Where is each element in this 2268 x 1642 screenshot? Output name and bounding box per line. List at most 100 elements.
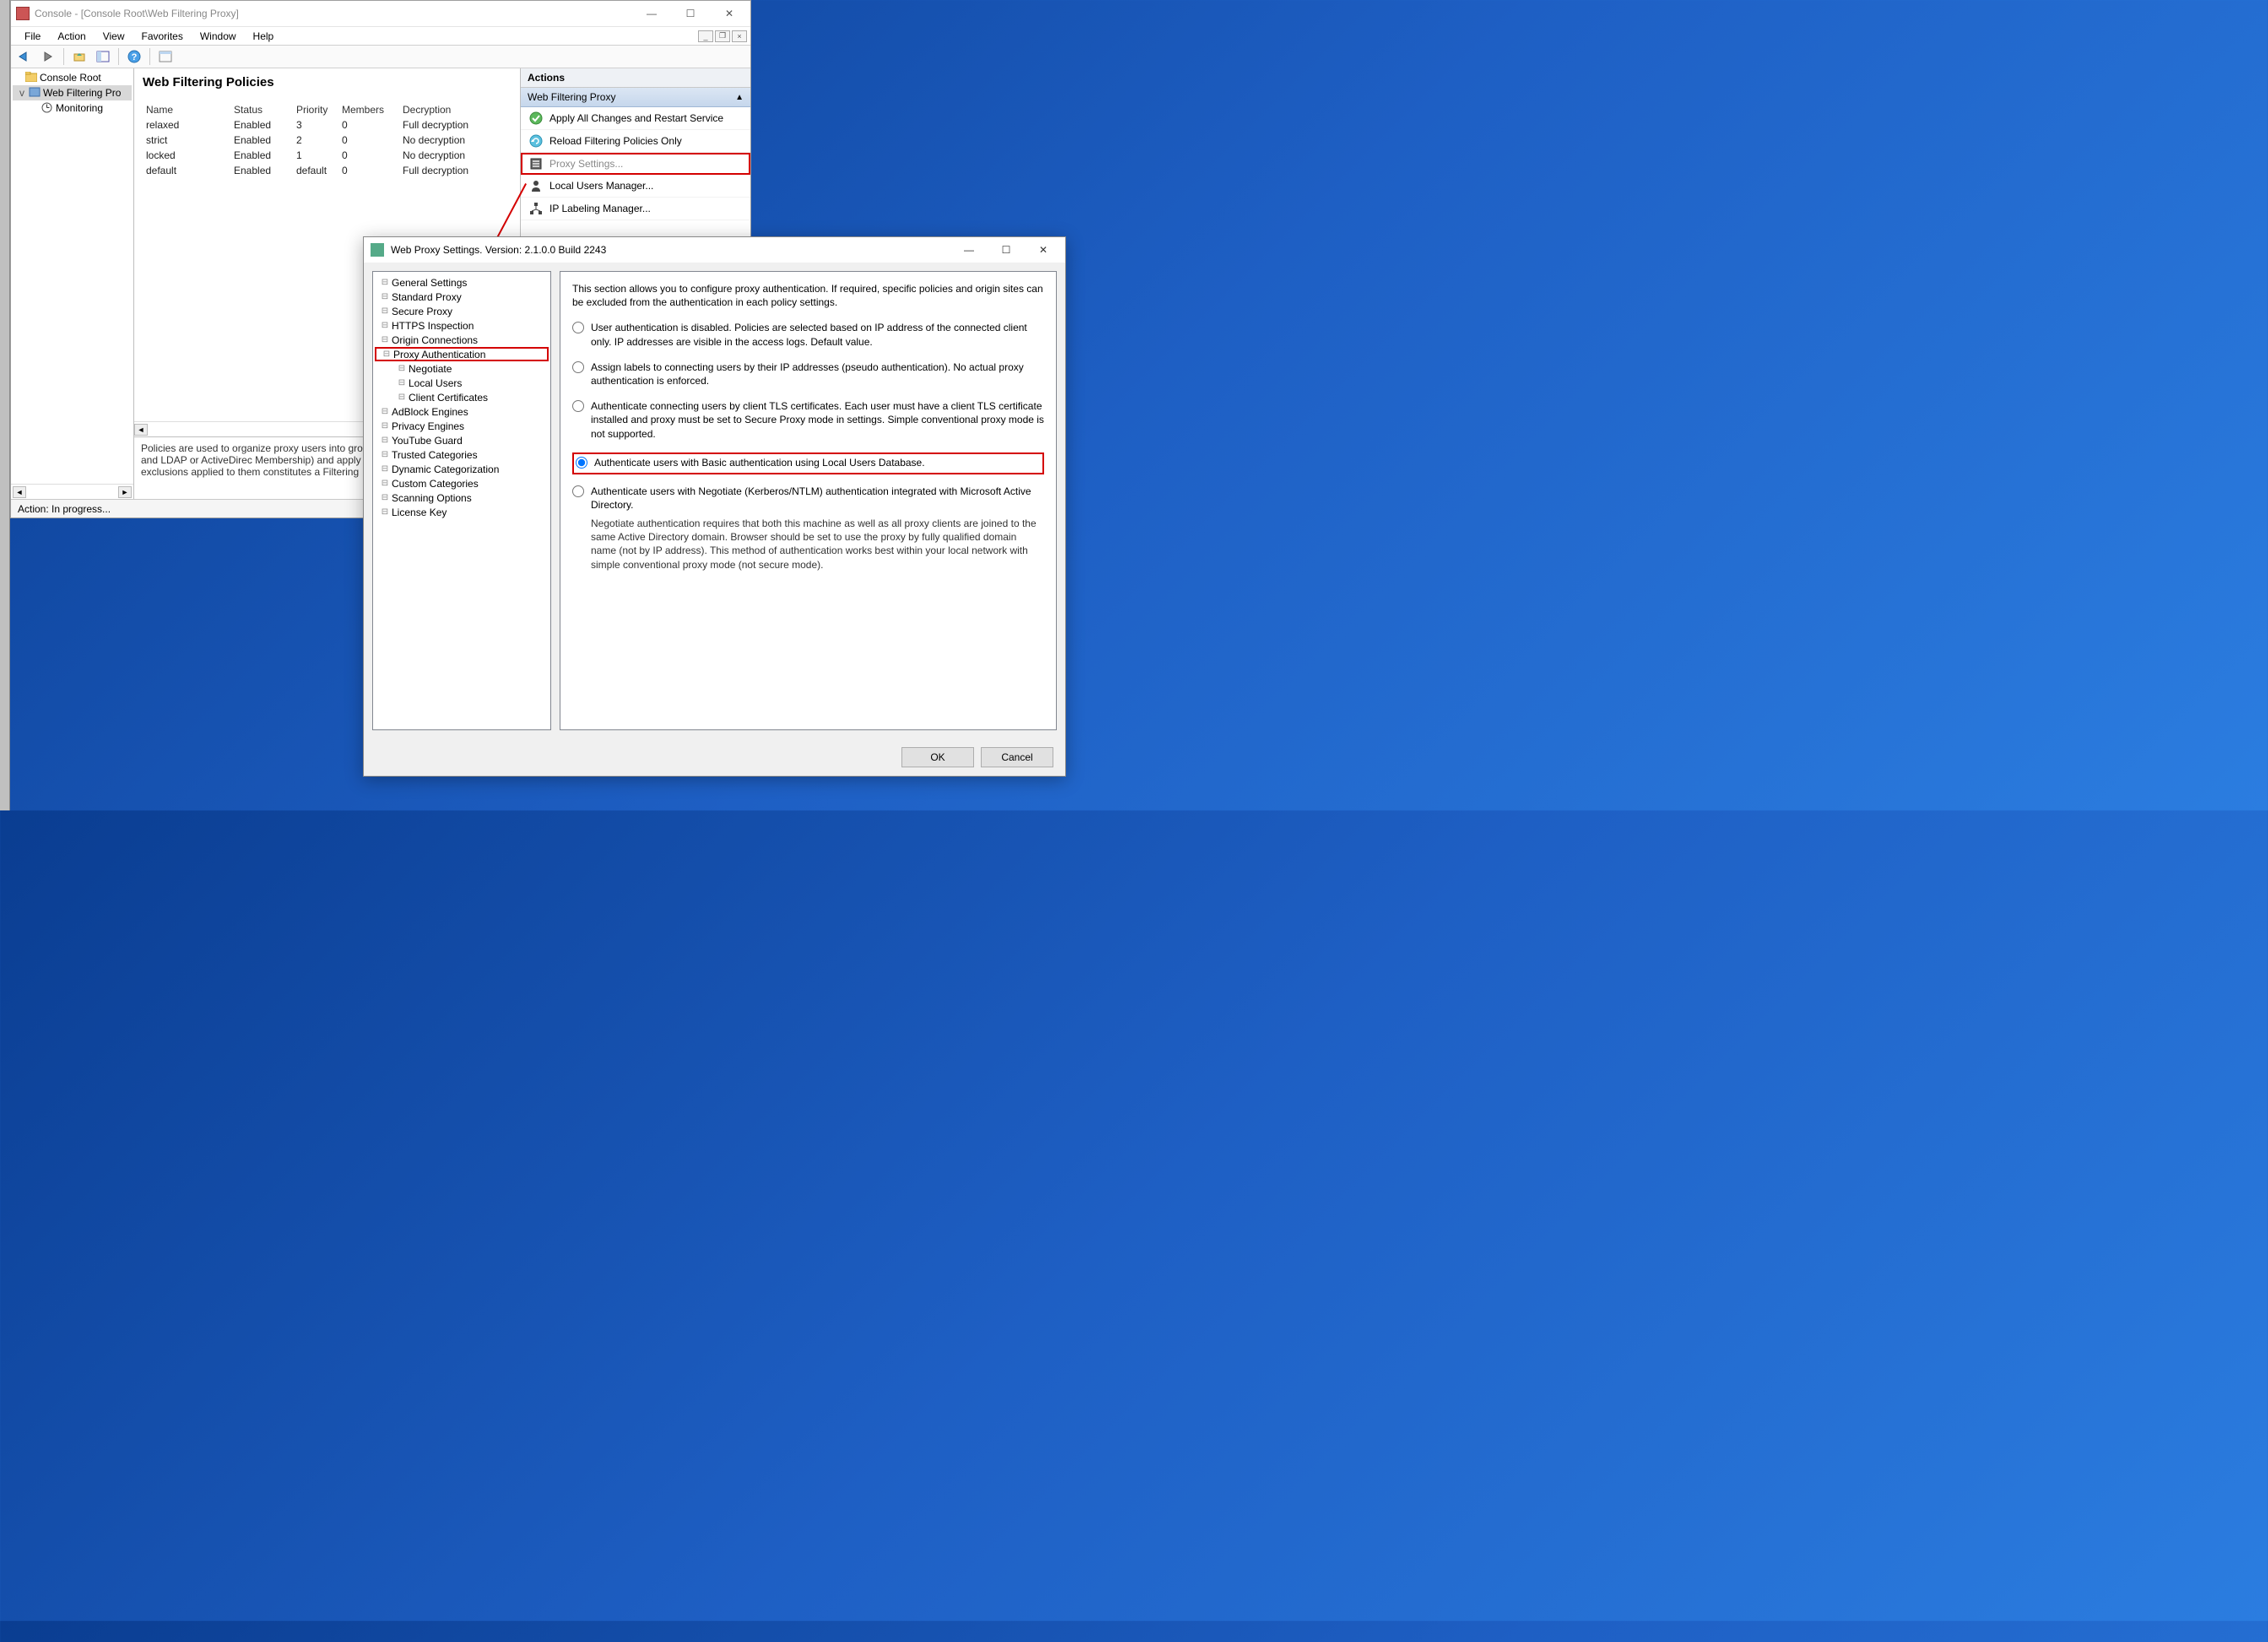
- dlg-tree-negotiate[interactable]: ⊟Negotiate: [375, 361, 549, 376]
- action-reload-filtering-policies-only[interactable]: Reload Filtering Policies Only: [521, 130, 750, 153]
- back-button[interactable]: [14, 47, 35, 66]
- menu-view[interactable]: View: [95, 29, 133, 44]
- dlg-tree-adblock-engines[interactable]: ⊟AdBlock Engines: [375, 404, 549, 419]
- maximize-button[interactable]: ☐: [671, 2, 710, 25]
- forward-button[interactable]: [38, 47, 58, 66]
- radio-label: Authenticate connecting users by client …: [591, 399, 1044, 441]
- actions-section-header[interactable]: Web Filtering Proxy ▲: [521, 88, 750, 107]
- tree-node-icon: ⊟: [380, 421, 390, 431]
- ok-button[interactable]: OK: [901, 747, 974, 767]
- dlg-tree-general-settings[interactable]: ⊟General Settings: [375, 275, 549, 290]
- show-hide-tree-button[interactable]: [93, 47, 113, 66]
- action-local-users-manager[interactable]: Local Users Manager...: [521, 175, 750, 198]
- dlg-tree-scanning-options[interactable]: ⊟Scanning Options: [375, 490, 549, 505]
- auth-option-1[interactable]: Assign labels to connecting users by the…: [572, 360, 1044, 387]
- dialog-close-button[interactable]: ✕: [1025, 239, 1062, 261]
- menu-file[interactable]: File: [16, 29, 49, 44]
- tree-label: Web Filtering Pro: [43, 87, 121, 99]
- cell-priority: 3: [293, 117, 338, 133]
- action-proxy-settings[interactable]: Proxy Settings...: [521, 153, 750, 175]
- dialog-intro-text: This section allows you to configure pro…: [572, 282, 1044, 309]
- up-button[interactable]: [69, 47, 89, 66]
- mdi-close-icon[interactable]: ×: [732, 30, 747, 42]
- close-button[interactable]: ✕: [710, 2, 749, 25]
- action-label: Proxy Settings...: [549, 158, 623, 170]
- dialog-titlebar[interactable]: Web Proxy Settings. Version: 2.1.0.0 Bui…: [364, 237, 1065, 263]
- tree-node-icon: ⊟: [380, 321, 390, 330]
- radio-input[interactable]: [572, 400, 584, 412]
- cell-priority: 1: [293, 148, 338, 163]
- cell-status: Enabled: [230, 133, 293, 148]
- table-row[interactable]: strictEnabled20No decryption: [143, 133, 517, 148]
- dialog-maximize-button[interactable]: ☐: [988, 239, 1025, 261]
- cell-decryption: Full decryption: [399, 117, 501, 133]
- dlg-tree-dynamic-categorization[interactable]: ⊟Dynamic Categorization: [375, 462, 549, 476]
- proxy-icon: [29, 87, 41, 99]
- scroll-left-icon[interactable]: ◄: [13, 486, 26, 498]
- dlg-tree-custom-categories[interactable]: ⊟Custom Categories: [375, 476, 549, 490]
- cancel-button[interactable]: Cancel: [981, 747, 1053, 767]
- menu-action[interactable]: Action: [49, 29, 94, 44]
- radio-label: Assign labels to connecting users by the…: [591, 360, 1044, 387]
- tree-node-icon: ⊟: [380, 450, 390, 459]
- tree-label: Monitoring: [56, 102, 103, 114]
- col-priority[interactable]: Priority: [293, 102, 338, 117]
- dlg-tree-trusted-categories[interactable]: ⊟Trusted Categories: [375, 447, 549, 462]
- dlg-tree-label: HTTPS Inspection: [392, 320, 474, 332]
- table-row[interactable]: lockedEnabled10No decryption: [143, 148, 517, 163]
- auth-option-2[interactable]: Authenticate connecting users by client …: [572, 399, 1044, 441]
- radio-input[interactable]: [572, 361, 584, 373]
- menu-help[interactable]: Help: [245, 29, 283, 44]
- dlg-tree-standard-proxy[interactable]: ⊟Standard Proxy: [375, 290, 549, 304]
- dialog-minimize-button[interactable]: —: [950, 239, 988, 261]
- network-icon: [529, 202, 543, 215]
- cell-members: 0: [338, 133, 399, 148]
- auth-option-0[interactable]: User authentication is disabled. Policie…: [572, 321, 1044, 348]
- dlg-tree-origin-connections[interactable]: ⊟Origin Connections: [375, 333, 549, 347]
- tree-node-icon: ⊟: [380, 479, 390, 488]
- table-row[interactable]: relaxedEnabled30Full decryption: [143, 117, 517, 133]
- table-row[interactable]: defaultEnableddefault0Full decryption: [143, 163, 517, 178]
- minimize-button[interactable]: —: [632, 2, 671, 25]
- radio-input[interactable]: [572, 322, 584, 333]
- dlg-tree-label: Custom Categories: [392, 478, 479, 490]
- dlg-tree-client-certificates[interactable]: ⊟Client Certificates: [375, 390, 549, 404]
- dlg-tree-label: Scanning Options: [392, 492, 472, 504]
- toolbar: ?: [11, 45, 750, 68]
- menu-favorites[interactable]: Favorites: [133, 29, 192, 44]
- tree-web-filtering-proxy[interactable]: v Web Filtering Pro: [13, 85, 132, 100]
- radio-input[interactable]: [572, 485, 584, 497]
- cell-priority: default: [293, 163, 338, 178]
- col-decryption[interactable]: Decryption: [399, 102, 501, 117]
- tree-console-root[interactable]: Console Root: [13, 70, 132, 85]
- console-titlebar[interactable]: Console - [Console Root\Web Filtering Pr…: [11, 1, 750, 26]
- dlg-tree-secure-proxy[interactable]: ⊟Secure Proxy: [375, 304, 549, 318]
- tree-hscroll[interactable]: ◄ ►: [11, 484, 133, 499]
- col-name[interactable]: Name: [143, 102, 230, 117]
- col-members[interactable]: Members: [338, 102, 399, 117]
- dlg-tree-privacy-engines[interactable]: ⊟Privacy Engines: [375, 419, 549, 433]
- dlg-tree-license-key[interactable]: ⊟License Key: [375, 505, 549, 519]
- col-status[interactable]: Status: [230, 102, 293, 117]
- action-ip-labeling-manager[interactable]: IP Labeling Manager...: [521, 198, 750, 220]
- radio-input[interactable]: [576, 457, 587, 469]
- dlg-tree-proxy-authentication[interactable]: ⊟Proxy Authentication: [375, 347, 549, 361]
- tree-monitoring[interactable]: Monitoring: [13, 100, 132, 116]
- mdi-minimize-icon[interactable]: _: [698, 30, 713, 42]
- scroll-left-icon[interactable]: ◄: [134, 424, 148, 436]
- help-button[interactable]: ?: [124, 47, 144, 66]
- scroll-right-icon[interactable]: ►: [118, 486, 132, 498]
- mdi-restore-icon[interactable]: ❐: [715, 30, 730, 42]
- dlg-tree-youtube-guard[interactable]: ⊟YouTube Guard: [375, 433, 549, 447]
- menu-window[interactable]: Window: [192, 29, 245, 44]
- action-apply-all-changes-and-restart-service[interactable]: Apply All Changes and Restart Service: [521, 107, 750, 130]
- dialog-app-icon: [371, 243, 384, 257]
- dlg-tree-https-inspection[interactable]: ⊟HTTPS Inspection: [375, 318, 549, 333]
- cell-members: 0: [338, 163, 399, 178]
- dlg-tree-local-users[interactable]: ⊟Local Users: [375, 376, 549, 390]
- dlg-tree-label: Secure Proxy: [392, 306, 452, 317]
- auth-option-4[interactable]: Authenticate users with Negotiate (Kerbe…: [572, 485, 1044, 512]
- cell-name: strict: [143, 133, 230, 148]
- auth-option-3[interactable]: Authenticate users with Basic authentica…: [572, 452, 1044, 474]
- properties-button[interactable]: [155, 47, 176, 66]
